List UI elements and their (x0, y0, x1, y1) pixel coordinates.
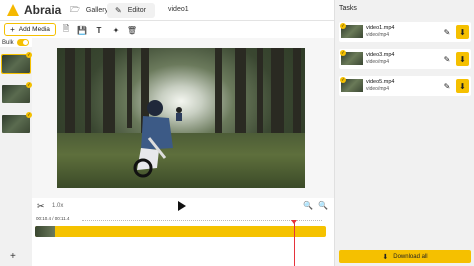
add-media-label: Add Media (18, 26, 50, 33)
timeline: 00:10.4 / 00:11.4 (32, 214, 334, 266)
task-subtitle: video/mp4 (366, 86, 390, 92)
media-thumbnail[interactable]: ✓ (2, 112, 32, 133)
bulk-switch[interactable] (16, 39, 29, 46)
tab-gallery-label: Gallery (85, 7, 109, 14)
edit-icon[interactable]: ✎ (442, 53, 452, 65)
download-button[interactable]: ⬇ (456, 25, 469, 39)
distant-rider (176, 107, 182, 121)
plus-icon: + (10, 25, 15, 34)
edit-icon[interactable]: ✎ (442, 80, 452, 92)
task-name: video3.mp4 (366, 52, 395, 58)
playhead[interactable] (294, 222, 295, 266)
task-item: ✓ video1.mp4 video/mp4 ✎ ⬇ (339, 22, 471, 42)
add-media-button[interactable]: + Add Media (4, 23, 56, 36)
text-icon[interactable]: T (94, 25, 104, 35)
toolbar: + Add Media 🗎 💾 T ✦ 🗑 (0, 21, 334, 38)
task-name: video1.mp4 (366, 25, 395, 31)
task-item: ✓ video3.mp4 video/mp4 ✎ ⬇ (339, 49, 471, 69)
download-button[interactable]: ⬇ (456, 79, 469, 93)
playback-speed[interactable]: 1.0x (52, 203, 63, 209)
task-item: ✓ video5.mp4 video/mp4 ✎ ⬇ (339, 76, 471, 96)
check-icon: ✓ (340, 77, 346, 83)
app-logo[interactable]: Abraia (7, 3, 61, 17)
clip-track[interactable] (35, 226, 326, 237)
clip-thumbnail (35, 226, 55, 237)
magic-icon[interactable]: ✦ (111, 25, 121, 35)
zoom-in-icon[interactable]: 🔍 (318, 201, 328, 210)
top-bar: Abraia 🗁 Gallery ✎ Editor video1 (0, 0, 334, 21)
edit-icon: ✎ (115, 6, 122, 15)
tasks-title: Tasks (339, 5, 357, 12)
media-thumbnail[interactable]: ✓ (2, 82, 32, 103)
play-icon[interactable] (178, 201, 186, 211)
edit-icon[interactable]: ✎ (442, 26, 452, 38)
media-sidebar: ✓ ✓ ✓ + (0, 47, 32, 266)
tab-editor-label: Editor (127, 7, 146, 14)
delete-icon[interactable]: 🗑 (127, 25, 137, 35)
download-all-label: Download all (393, 253, 428, 260)
check-icon: ✓ (340, 50, 346, 56)
media-thumbnail[interactable]: ✓ (1, 52, 32, 74)
download-button[interactable]: ⬇ (456, 52, 469, 66)
save-icon[interactable]: 💾 (77, 25, 87, 35)
task-subtitle: video/mp4 (366, 32, 390, 38)
video-preview[interactable] (57, 48, 305, 188)
project-name[interactable]: video1 (168, 6, 189, 13)
app-name: Abraia (24, 3, 62, 17)
zoom-out-icon[interactable]: 🔍 (303, 201, 313, 210)
rider-figure (133, 100, 173, 178)
tab-editor[interactable]: ✎ Editor (107, 3, 155, 18)
timeline-ruler (82, 220, 322, 224)
task-subtitle: video/mp4 (366, 59, 390, 65)
download-all-button[interactable]: ⬇ Download all (339, 250, 471, 263)
timeline-time: 00:10.4 / 00:11.4 (36, 216, 70, 221)
folder-icon: 🗁 (70, 4, 80, 14)
tasks-panel: Tasks ✓ video1.mp4 video/mp4 ✎ ⬇ ✓ video… (334, 0, 474, 266)
check-icon: ✓ (340, 23, 346, 29)
abraia-logo-icon (7, 4, 19, 16)
new-file-icon[interactable]: 🗎 (61, 24, 71, 35)
bulk-toggle[interactable]: Bulk (2, 39, 29, 46)
add-icon[interactable]: + (10, 251, 16, 262)
player-controls: 1.0x 🔍 🔍 (32, 198, 334, 214)
editor-canvas (32, 38, 334, 198)
download-icon: ⬇ (382, 253, 389, 261)
task-name: video5.mp4 (366, 79, 395, 85)
bulk-label: Bulk (2, 39, 14, 46)
